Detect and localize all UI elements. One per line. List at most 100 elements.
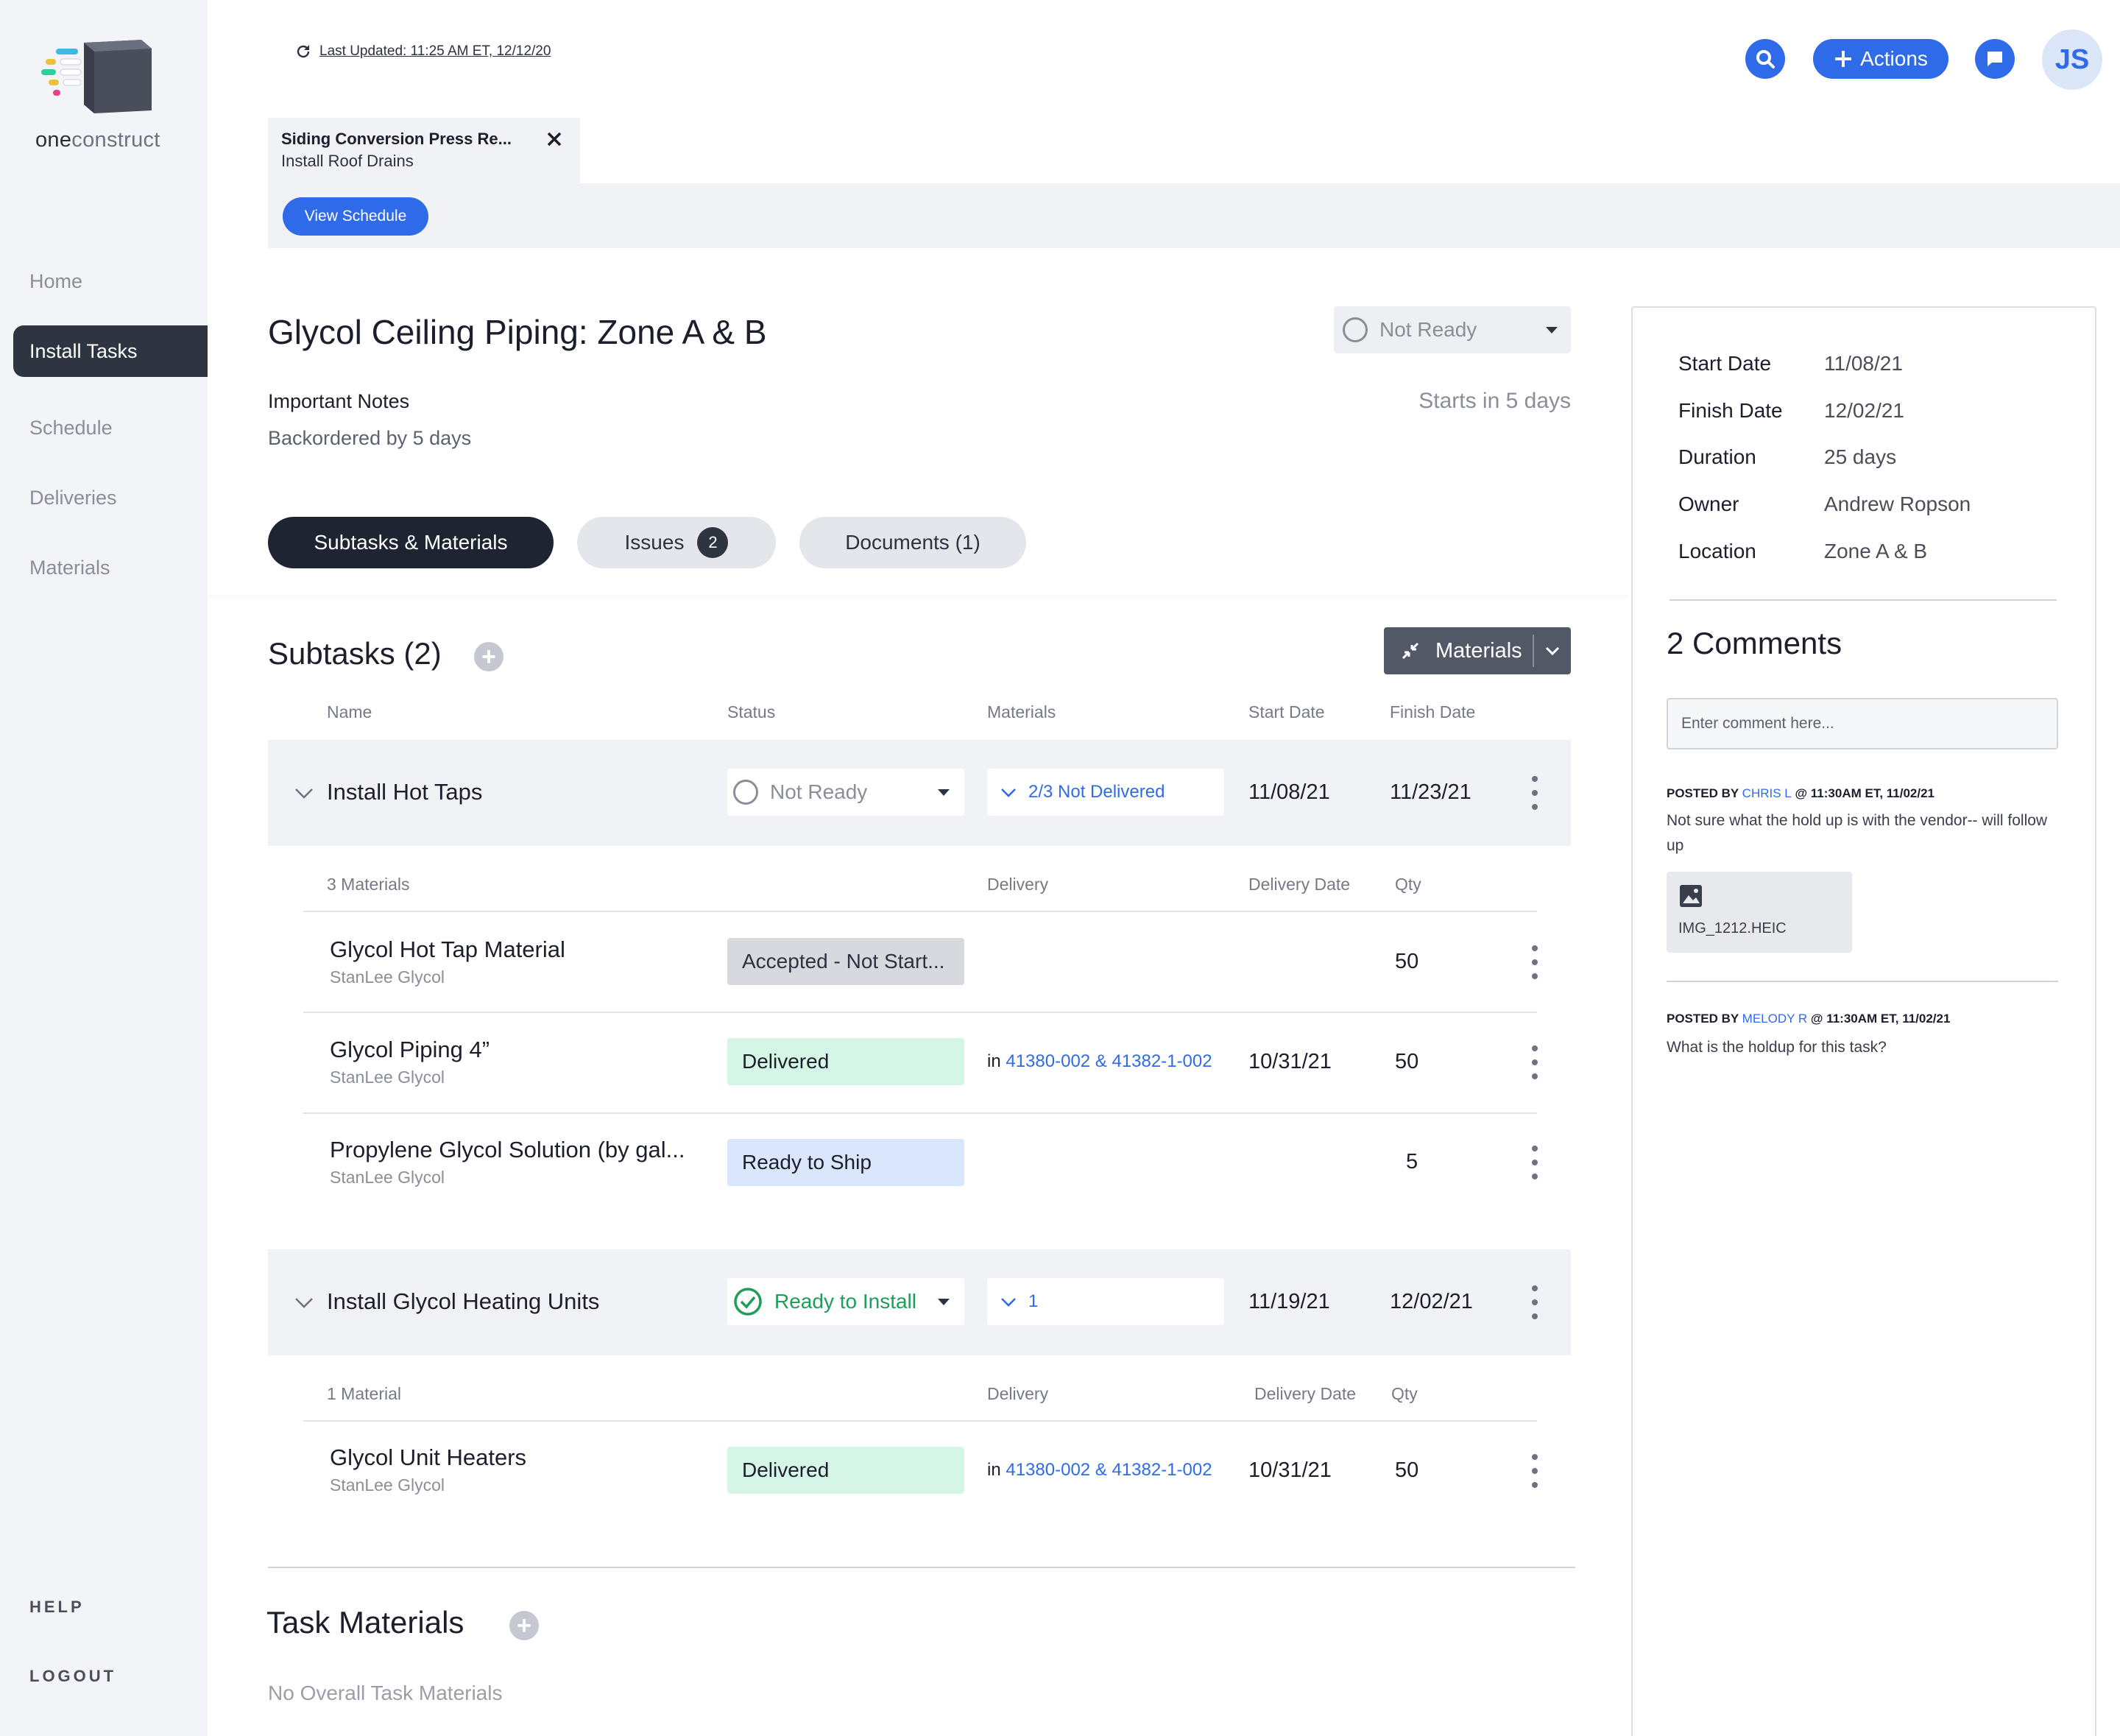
owner-label: Owner (1678, 493, 1739, 515)
sidebar-item-materials[interactable]: Materials (29, 557, 110, 579)
duration-value: 25 days (1824, 445, 1897, 468)
image-icon (1680, 885, 1702, 907)
tab-subtasks-materials[interactable]: Subtasks & Materials (268, 517, 554, 568)
close-icon[interactable] (543, 128, 565, 150)
subtask-name: Install Glycol Heating Units (327, 1288, 600, 1314)
col-header-qty: Qty (1395, 875, 1421, 894)
subtask-status-dropdown[interactable]: Not Ready (727, 769, 964, 816)
subtask-start-date: 11/19/21 (1248, 1290, 1330, 1313)
divider (303, 1112, 1537, 1114)
material-status-chip[interactable]: Delivered (727, 1447, 964, 1494)
chevron-down-icon[interactable] (293, 1291, 315, 1313)
materials-toggle-button[interactable]: Materials (1384, 627, 1571, 674)
comment-input[interactable]: Enter comment here... (1667, 698, 2058, 749)
starts-in: Starts in 5 days (1418, 389, 1571, 413)
more-options-icon[interactable] (1531, 776, 1538, 810)
delivery-prefix: in (987, 1051, 1001, 1071)
col-header-materials: Materials (987, 702, 1056, 721)
plus-icon (1835, 51, 1852, 67)
materials-button-label: Materials (1435, 638, 1522, 663)
subtask-materials-dropdown[interactable]: 1 (987, 1278, 1224, 1325)
location-value: Zone A & B (1824, 540, 1928, 562)
tab-label: Issues (624, 531, 685, 554)
issues-count-badge: 2 (697, 527, 729, 558)
col-header-delivery: Delivery (987, 875, 1049, 894)
chevron-down-icon (1001, 1298, 1016, 1307)
caret-down-icon (938, 788, 950, 796)
status-circle-icon (733, 780, 758, 805)
search-icon (1756, 50, 1775, 68)
messages-button[interactable] (1975, 39, 2015, 79)
materials-count: 3 Materials (327, 875, 410, 894)
comment-text: What is the holdup for this task? (1667, 1039, 1887, 1056)
page-title: Glycol Ceiling Piping: Zone A & B (268, 313, 767, 351)
schedule-tab[interactable]: Siding Conversion Press Re... Install Ro… (268, 118, 580, 186)
no-task-materials: No Overall Task Materials (268, 1682, 503, 1704)
comment-meta: POSTED BY MELODY R @ 11:30AM ET, 11/02/2… (1667, 1012, 1950, 1026)
material-status-chip[interactable]: Accepted - Not Start... (727, 938, 964, 985)
material-name[interactable]: Glycol Hot Tap Material (330, 936, 565, 963)
user-avatar[interactable]: JS (2042, 29, 2102, 90)
sidebar-item-home[interactable]: Home (29, 270, 82, 293)
comment-author[interactable]: MELODY R (1742, 1012, 1808, 1026)
material-status-chip[interactable]: Ready to Ship (727, 1139, 964, 1186)
comment-attachment[interactable]: IMG_1212.HEIC (1667, 872, 1852, 953)
search-button[interactable] (1745, 39, 1785, 79)
sidebar-item-deliveries[interactable]: Deliveries (29, 487, 117, 509)
material-delivery-date: 10/31/21 (1248, 1458, 1332, 1482)
more-options-icon[interactable] (1531, 945, 1538, 979)
material-qty: 50 (1395, 1458, 1419, 1482)
subtask-status-dropdown[interactable]: Ready to Install (727, 1278, 964, 1325)
duration-label: Duration (1678, 445, 1756, 468)
important-notes-label: Important Notes (268, 390, 410, 412)
more-options-icon[interactable] (1531, 1285, 1538, 1319)
more-options-icon[interactable] (1531, 1146, 1538, 1179)
add-subtask-icon[interactable]: + (474, 642, 504, 671)
chevron-down-icon (1545, 646, 1559, 656)
last-updated[interactable]: Last Updated: 11:25 AM ET, 12/12/20 (294, 43, 551, 60)
start-date-label: Start Date (1678, 352, 1772, 375)
comment-time: @ 11:30AM ET, 11/02/21 (1810, 1012, 1951, 1026)
col-header-qty: Qty (1391, 1384, 1418, 1403)
subtask-materials-dropdown[interactable]: 2/3 Not Delivered (987, 769, 1224, 816)
tab-issues[interactable]: Issues 2 (577, 517, 776, 568)
tab-documents[interactable]: Documents (1) (799, 517, 1026, 568)
refresh-icon (297, 45, 310, 58)
more-options-icon[interactable] (1531, 1045, 1538, 1079)
subtask-finish-date: 11/23/21 (1390, 780, 1471, 804)
comment-author[interactable]: CHRIS L (1742, 786, 1792, 800)
sidebar-item-schedule[interactable]: Schedule (29, 417, 113, 440)
material-name[interactable]: Glycol Piping 4” (330, 1037, 490, 1063)
logout-link[interactable]: LOGOUT (29, 1667, 116, 1686)
schedule-strip (268, 183, 2120, 248)
brand-wordmark: oneconstruct (35, 128, 160, 152)
material-vendor: StanLee Glycol (330, 1475, 445, 1495)
sidebar (0, 0, 208, 1736)
material-qty: 50 (1395, 1050, 1419, 1073)
comments-title: 2 Comments (1667, 626, 1842, 660)
delivery-link[interactable]: 41380-002 & 41382-1-002 (1006, 1051, 1212, 1071)
delivery-link[interactable]: 41380-002 & 41382-1-002 (1006, 1460, 1212, 1480)
add-task-material-icon[interactable]: + (509, 1611, 539, 1640)
subtask-materials-value: 1 (1028, 1291, 1039, 1311)
sidebar-item-install-tasks[interactable]: Install Tasks (13, 325, 208, 377)
view-schedule-button[interactable]: View Schedule (283, 197, 428, 236)
oneconstruct-logo-icon[interactable] (41, 38, 152, 115)
help-link[interactable]: HELP (29, 1598, 85, 1617)
more-options-icon[interactable] (1531, 1454, 1538, 1488)
caret-down-icon (938, 1298, 950, 1305)
divider (303, 1012, 1537, 1013)
material-name[interactable]: Propylene Glycol Solution (by gal... (330, 1137, 685, 1163)
divider (303, 911, 1537, 912)
material-status-chip[interactable]: Delivered (727, 1038, 964, 1085)
task-status-dropdown[interactable]: Not Ready (1334, 306, 1571, 353)
tab-label: Documents (1) (845, 531, 981, 554)
caret-down-icon (1546, 326, 1558, 334)
task-materials-title: Task Materials (266, 1605, 464, 1640)
chevron-down-icon[interactable] (293, 782, 315, 804)
material-qty: 5 (1406, 1150, 1418, 1174)
actions-button[interactable]: Actions (1813, 39, 1948, 79)
chip-label: Delivered (742, 1458, 830, 1481)
material-name[interactable]: Glycol Unit Heaters (330, 1444, 526, 1471)
collapse-icon (1402, 642, 1419, 660)
